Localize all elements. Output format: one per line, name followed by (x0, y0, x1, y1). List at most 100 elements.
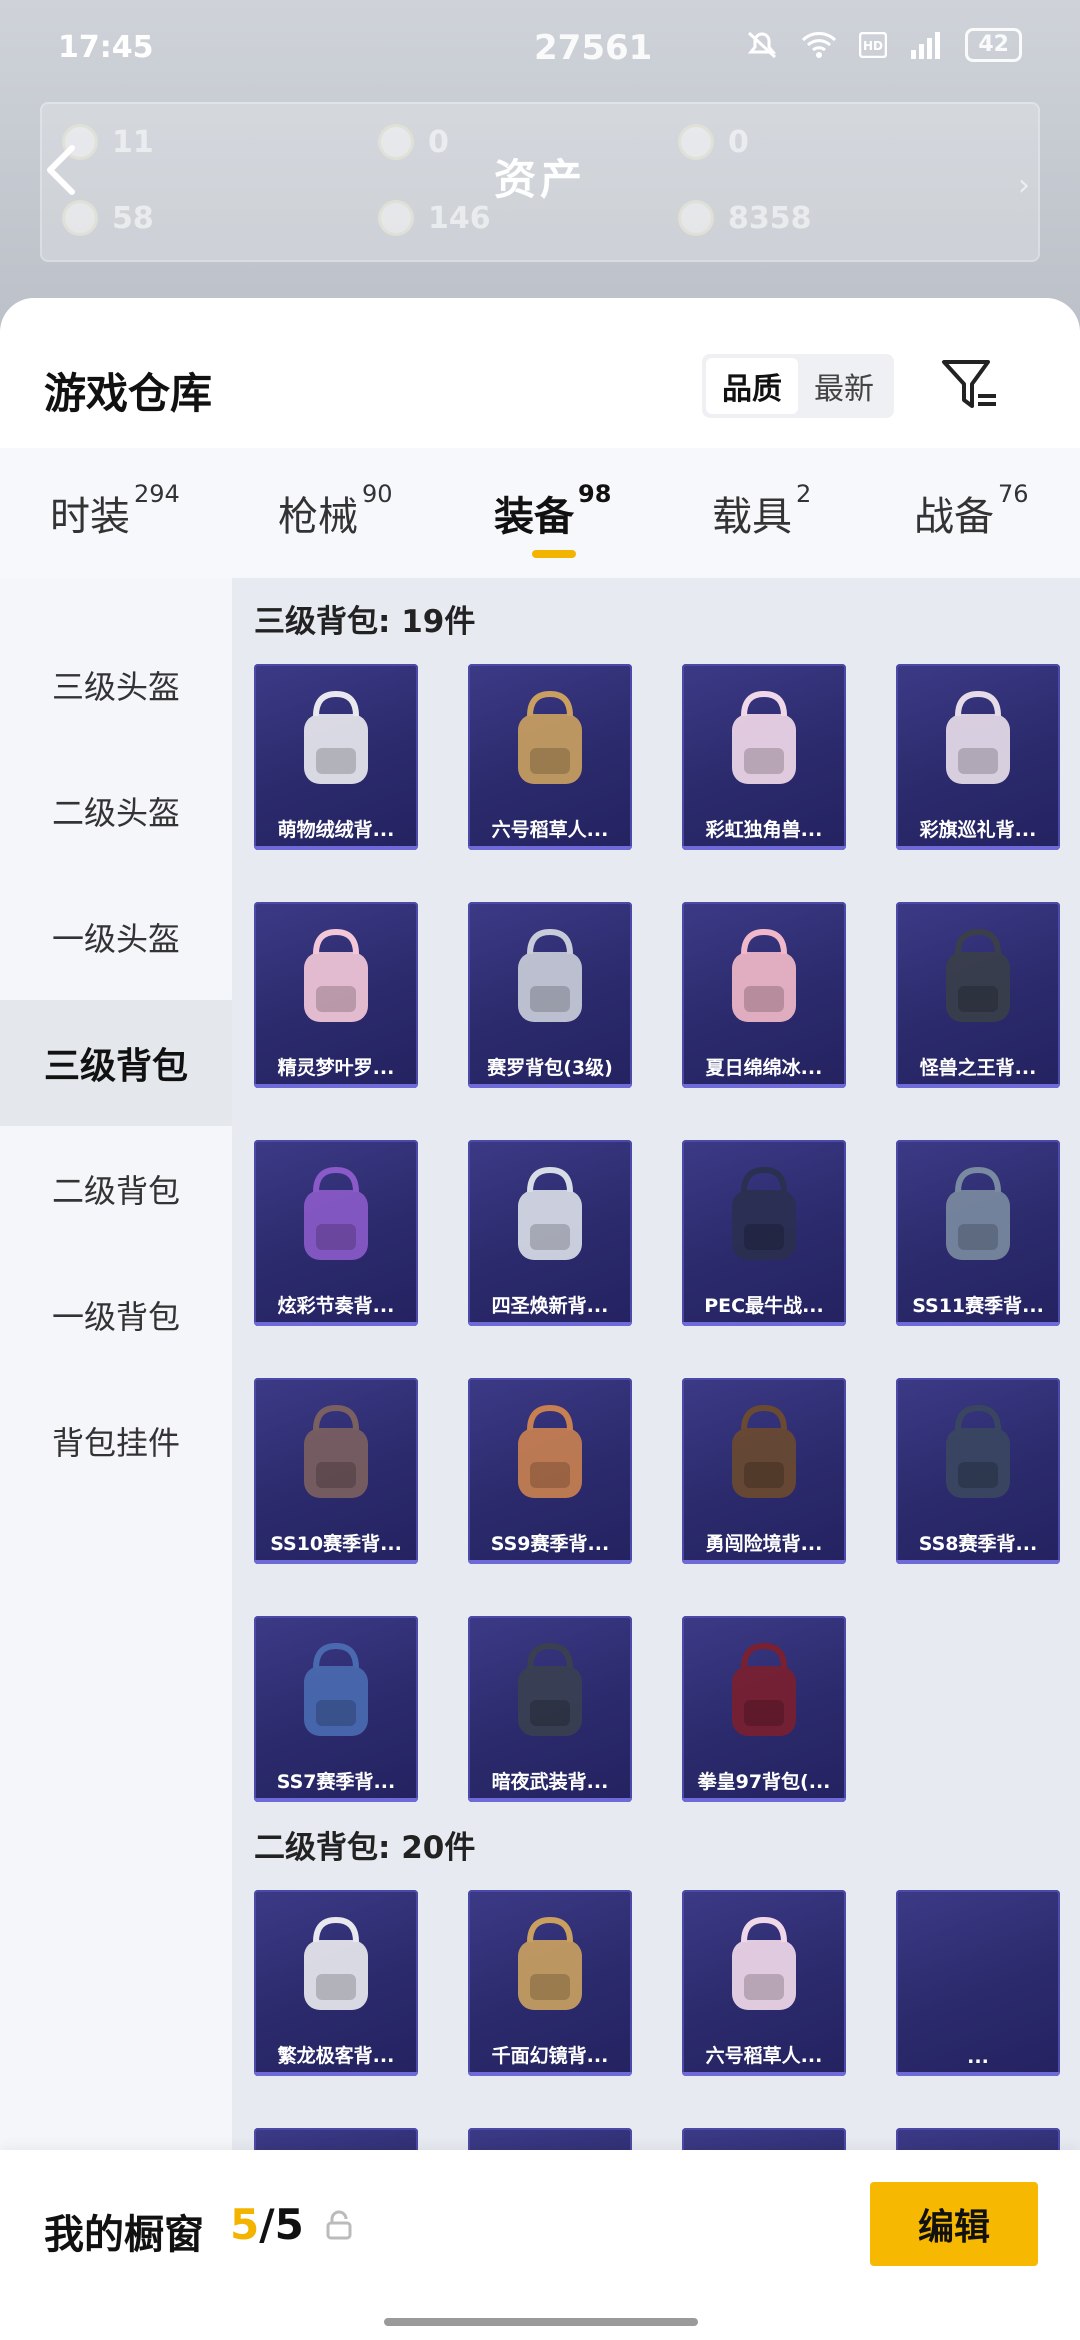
backpack-icon (946, 1166, 1010, 1260)
sidebar-item-backpack-charm[interactable]: 背包挂件 (0, 1378, 232, 1504)
item-card[interactable]: SS8赛季背... (896, 1378, 1060, 1564)
item-card[interactable]: 暗夜武装背... (468, 1616, 632, 1802)
sort-newest-button[interactable]: 最新 (798, 358, 890, 414)
item-card[interactable]: 千面幻镜背... (468, 1890, 632, 2076)
sort-quality-button[interactable]: 品质 (706, 358, 798, 414)
tab-fashion[interactable]: 时装 294 (50, 480, 180, 542)
lock-icon (326, 2210, 352, 2240)
rarity-bar (468, 1322, 632, 1326)
rarity-bar (682, 1322, 846, 1326)
item-card[interactable]: 繁龙极客背... (254, 1890, 418, 2076)
tab-equipment[interactable]: 装备 98 (494, 480, 611, 558)
hd-icon: HD (859, 32, 888, 58)
item-card[interactable]: 勇闯险境背... (682, 1378, 846, 1564)
sidebar-item-helmet-3[interactable]: 三级头盔 (0, 622, 232, 748)
backpack-icon (518, 1404, 582, 1498)
item-card[interactable]: 彩虹独角兽... (682, 664, 846, 850)
status-bar: 17:45 27561 HD 42 (0, 0, 1080, 96)
item-card[interactable]: 四圣焕新背... (468, 1140, 632, 1326)
item-label: 暗夜武装背... (491, 1771, 609, 1793)
svg-text:HD: HD (863, 39, 883, 53)
status-center-number: 27561 (534, 28, 653, 68)
backpack-icon (304, 1916, 368, 2010)
edit-button[interactable]: 编辑 (870, 2182, 1038, 2266)
rarity-bar (896, 1322, 1060, 1326)
item-label: 炫彩节奏背... (277, 1295, 395, 1317)
item-label: 精灵梦叶罗... (277, 1057, 395, 1079)
item-card[interactable]: SS10赛季背... (254, 1378, 418, 1564)
item-card[interactable]: 六号稻草人... (468, 664, 632, 850)
item-label: 夏日绵绵冰... (705, 1057, 823, 1079)
sidebar-item-backpack-1[interactable]: 一级背包 (0, 1252, 232, 1378)
sidebar-item-backpack-2[interactable]: 二级背包 (0, 1126, 232, 1252)
background-header: 17:45 27561 HD 42 11 0 0 58 146 8358 资产 … (0, 0, 1080, 330)
item-card[interactable]: 六号稻草人... (682, 1890, 846, 2076)
item-label: 六号稻草人... (491, 819, 609, 841)
item-card[interactable]: 夏日绵绵冰... (682, 902, 846, 1088)
item-card[interactable]: 萌物绒绒背... (254, 664, 418, 850)
rarity-bar (468, 1084, 632, 1088)
sidebar-item-backpack-3[interactable]: 三级背包 (0, 1000, 232, 1126)
item-card[interactable]: 拳皇97背包(... (682, 1616, 846, 1802)
rarity-bar (254, 1322, 418, 1326)
item-card[interactable]: 炫彩节奏背... (254, 1140, 418, 1326)
backpack-icon (732, 1166, 796, 1260)
subcategory-sidebar: 三级头盔 二级头盔 一级头盔 三级背包 二级背包 一级背包 背包挂件 (0, 578, 232, 2340)
tab-vehicles[interactable]: 载具 2 (712, 480, 811, 542)
item-label: 繁龙极客背... (277, 2045, 395, 2067)
item-label: 萌物绒绒背... (277, 819, 395, 841)
status-icons: HD 42 (745, 28, 1022, 62)
rarity-bar (682, 1560, 846, 1564)
rarity-bar (896, 2072, 1060, 2076)
warehouse-sheet: 游戏仓库 品质 最新 时装 294 枪械 90 装备 98 载具 2 战备 76 三级头盔… (0, 298, 1080, 2340)
backpack-icon (518, 1166, 582, 1260)
rarity-bar (254, 2072, 418, 2076)
item-label: 六号稻草人... (705, 2045, 823, 2067)
wifi-icon (802, 32, 837, 58)
item-card[interactable]: SS11赛季背... (896, 1140, 1060, 1326)
backpack-icon (732, 1916, 796, 2010)
rarity-bar (254, 1084, 418, 1088)
backpack-icon (732, 1404, 796, 1498)
tab-guns[interactable]: 枪械 90 (278, 480, 393, 542)
backpack-icon (946, 1404, 1010, 1498)
item-card[interactable]: ... (896, 1890, 1060, 2076)
item-card[interactable]: PEC最牛战... (682, 1140, 846, 1326)
item-card[interactable]: 精灵梦叶罗... (254, 902, 418, 1088)
rarity-bar (896, 1084, 1060, 1088)
tab-gear[interactable]: 战备 76 (914, 480, 1029, 542)
filter-button[interactable] (940, 356, 1000, 416)
section-title: 二级背包: 20件 (254, 1830, 476, 1866)
signal-icon (911, 32, 941, 59)
rarity-bar (682, 2072, 846, 2076)
item-label: SS7赛季背... (276, 1771, 396, 1793)
battery-indicator: 42 (965, 28, 1022, 62)
item-card[interactable]: 彩旗巡礼背... (896, 664, 1060, 850)
page-title: 资产 (493, 155, 586, 204)
backpack-icon (518, 1916, 582, 2010)
rarity-bar (468, 2072, 632, 2076)
rarity-bar (896, 846, 1060, 850)
chevron-right-icon: › (1018, 168, 1030, 203)
sidebar-item-helmet-1[interactable]: 一级头盔 (0, 874, 232, 1000)
backpack-icon (732, 928, 796, 1022)
item-label: PEC最牛战... (704, 1295, 824, 1317)
rarity-bar (468, 846, 632, 850)
item-label: 勇闯险境背... (705, 1533, 823, 1555)
category-tabs: 时装 294 枪械 90 装备 98 载具 2 战备 76 (0, 448, 1080, 578)
sort-toggle: 品质 最新 (702, 354, 894, 418)
sidebar-item-helmet-2[interactable]: 二级头盔 (0, 748, 232, 874)
item-card[interactable]: SS9赛季背... (468, 1378, 632, 1564)
rarity-bar (682, 1084, 846, 1088)
backpack-icon (946, 928, 1010, 1022)
backpack-icon (732, 1642, 796, 1736)
item-card[interactable]: 赛罗背包(3级) (468, 902, 632, 1088)
item-label: SS11赛季背... (912, 1295, 1044, 1317)
filter-icon (942, 360, 996, 408)
item-label: 拳皇97背包(... (697, 1771, 831, 1793)
item-card[interactable]: SS7赛季背... (254, 1616, 418, 1802)
home-indicator (384, 2318, 698, 2326)
item-card[interactable]: 怪兽之王背... (896, 902, 1060, 1088)
mute-icon (748, 31, 777, 59)
item-label: ... (967, 2046, 989, 2068)
